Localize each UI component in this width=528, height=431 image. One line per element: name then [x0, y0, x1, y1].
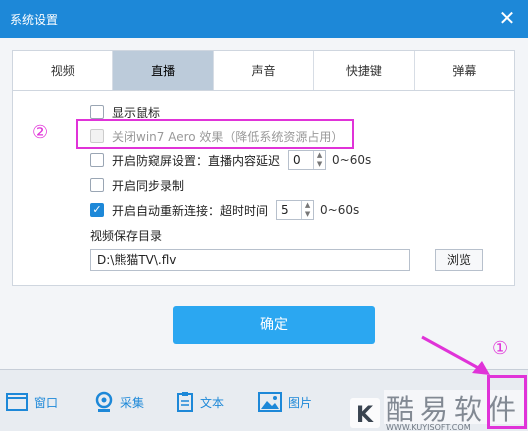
camera-icon: [95, 391, 113, 412]
timeout-stepper[interactable]: 5 ▲ ▼: [276, 200, 315, 220]
show-mouse-checkbox[interactable]: [90, 105, 104, 119]
svg-text:WWW.KUYISOFT.COM: WWW.KUYISOFT.COM: [386, 423, 471, 431]
anti-peek-option[interactable]: 开启防窥屏设置：直播内容延迟 0 ▲ ▼ 0~60s: [90, 150, 372, 170]
tab-video[interactable]: 视频: [13, 51, 114, 90]
show-mouse-label: 显示鼠标: [112, 105, 161, 120]
window-title: 系统设置: [10, 13, 59, 27]
tab-sound[interactable]: 声音: [213, 51, 315, 90]
settings-dialog: 系统设置 ✕ 视频 直播 声音 快捷键 弹幕 显示鼠标 关闭win7 Aero …: [0, 0, 528, 431]
svg-text:K: K: [356, 403, 374, 428]
auto-reconnect-checkbox[interactable]: ✓: [90, 203, 104, 217]
annotation-arrow-icon: [421, 335, 490, 375]
text-icon: [177, 392, 193, 412]
text-source-label: 文本: [200, 395, 225, 410]
tab-hotkeys[interactable]: 快捷键: [314, 51, 415, 90]
timeout-value[interactable]: 5: [277, 203, 301, 217]
auto-reconnect-label: 开启自动重新连接：超时时间: [112, 203, 269, 218]
confirm-button[interactable]: 确定: [173, 306, 375, 344]
image-icon: [258, 392, 282, 412]
anti-peek-label: 开启防窥屏设置：直播内容延迟: [112, 153, 281, 168]
title-bar: 系统设置 ✕: [0, 0, 528, 38]
window-source-label: 窗口: [34, 395, 59, 410]
save-dir-input[interactable]: D:\熊猫TV\.flv: [90, 249, 410, 271]
capture-source-button[interactable]: 采集: [94, 388, 144, 416]
tab-danmaku[interactable]: 弹幕: [414, 51, 515, 90]
delay-range: 0~60s: [332, 153, 372, 167]
svg-text:酷: 酷: [386, 393, 414, 426]
browse-button[interactable]: 浏览: [435, 249, 483, 271]
settings-panel: 视频 直播 声音 快捷键 弹幕 显示鼠标 关闭win7 Aero 效果（降低系统…: [12, 50, 515, 286]
capture-source-label: 采集: [120, 395, 145, 410]
tab-live[interactable]: 直播: [113, 51, 214, 90]
image-source-label: 图片: [288, 395, 313, 410]
auto-reconnect-option[interactable]: ✓ 开启自动重新连接：超时时间 5 ▲ ▼ 0~60s: [90, 200, 360, 220]
window-source-button[interactable]: 窗口: [6, 388, 58, 416]
sync-record-label: 开启同步录制: [112, 178, 185, 193]
stepper-up-icon[interactable]: ▲: [314, 151, 325, 160]
sync-record-option[interactable]: 开启同步录制: [90, 176, 184, 194]
svg-text:易: 易: [420, 393, 448, 426]
sync-record-checkbox[interactable]: [90, 178, 104, 192]
annotation-box-aero: [76, 119, 354, 149]
save-dir-label: 视频保存目录: [90, 229, 163, 243]
stepper-up-icon[interactable]: ▲: [302, 201, 313, 210]
annotation-box-corner: [487, 375, 527, 429]
stepper-down-icon[interactable]: ▼: [314, 160, 325, 169]
tab-bar: 视频 直播 声音 快捷键 弹幕: [13, 51, 515, 91]
close-icon[interactable]: ✕: [492, 3, 522, 33]
anti-peek-checkbox[interactable]: [90, 153, 104, 167]
timeout-range: 0~60s: [320, 203, 360, 217]
delay-value[interactable]: 0: [289, 153, 313, 167]
stepper-down-icon[interactable]: ▼: [302, 210, 313, 219]
annotation-marker-2: ②: [32, 122, 49, 143]
text-source-button[interactable]: 文本: [176, 388, 224, 416]
image-source-button[interactable]: 图片: [258, 388, 312, 416]
window-icon: [6, 393, 28, 411]
delay-stepper[interactable]: 0 ▲ ▼: [288, 150, 327, 170]
svg-text:软: 软: [454, 393, 482, 426]
